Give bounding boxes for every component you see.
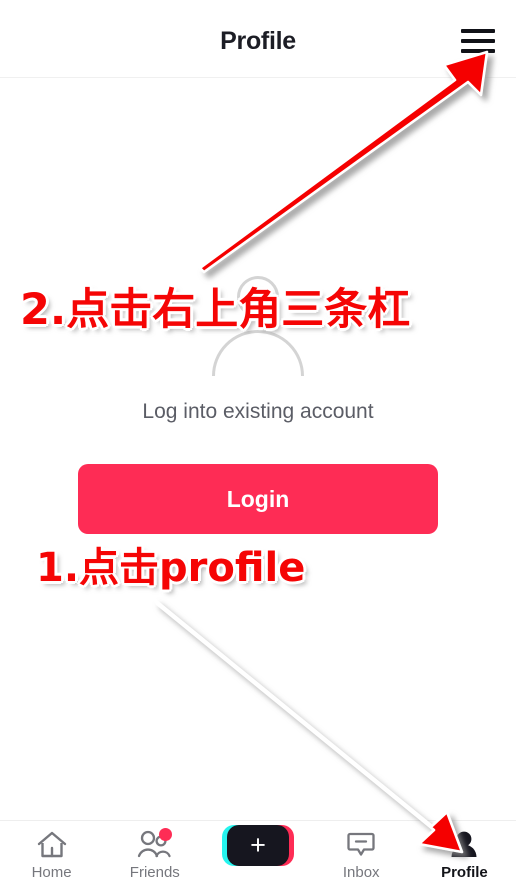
login-button[interactable]: Login [78,464,438,534]
hamburger-bar [461,39,495,43]
profile-content: Log into existing account Login [0,78,516,820]
inbox-icon [345,828,377,862]
nav-label-profile: Profile [441,864,488,881]
profile-icon [448,828,480,862]
plus-icon: + [222,824,294,866]
page-title: Profile [220,27,296,55]
nav-label-inbox: Inbox [342,864,380,881]
phone-screen: Profile Log into existing account Login [0,0,516,891]
avatar-head [237,276,279,318]
home-icon [36,828,68,862]
nav-item-inbox[interactable]: Inbox [310,828,413,881]
hamburger-icon[interactable] [461,29,495,53]
nav-item-friends[interactable]: Friends [103,828,206,881]
hamburger-bar [461,29,495,33]
login-prompt-text: Log into existing account [142,400,374,423]
friends-notification-badge [158,828,172,841]
avatar-placeholder-icon [198,268,318,388]
nav-item-home[interactable]: Home [0,828,103,881]
nav-label-friends: Friends [129,864,180,881]
bottom-navigation-bar: Home Friends + Inbox Profile [0,820,516,891]
hamburger-bar [461,49,495,53]
friends-icon [136,828,174,862]
nav-item-profile[interactable]: Profile [413,828,516,881]
plus-glyph: + [250,829,266,860]
nav-label-home: Home [31,864,72,881]
app-header: Profile [0,0,516,78]
create-button[interactable]: + [222,824,294,866]
nav-item-create[interactable]: + [206,824,309,866]
